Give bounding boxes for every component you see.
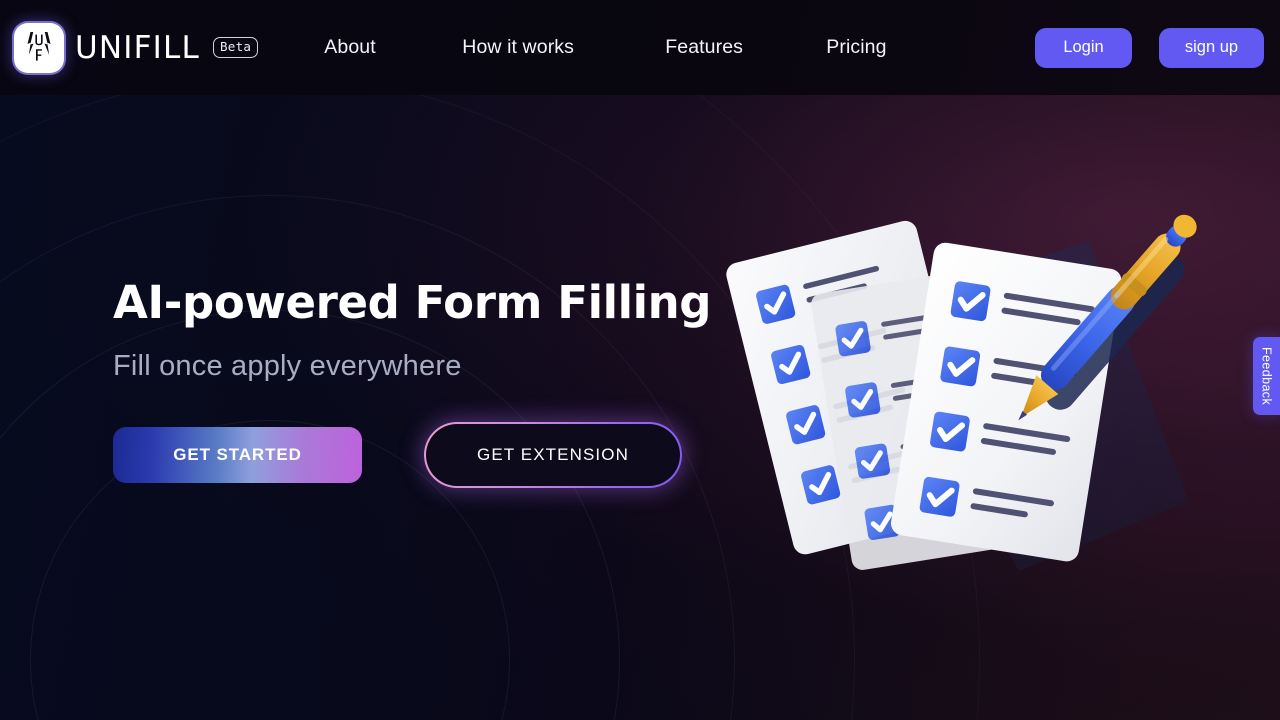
get-started-button[interactable]: GET STARTED: [113, 427, 362, 484]
nav-link-pricing[interactable]: Pricing: [826, 36, 946, 59]
login-button[interactable]: Login: [1035, 27, 1132, 68]
feedback-tab-label: Feedback: [1259, 346, 1274, 406]
site-header: UNIFILL Beta About How it works Features…: [0, 0, 1280, 95]
primary-navigation: About How it works Features Pricing: [324, 36, 946, 59]
feedback-tab-button[interactable]: Feedback: [1253, 337, 1280, 415]
nav-link-about[interactable]: About: [324, 36, 462, 59]
signup-button[interactable]: sign up: [1159, 27, 1264, 68]
hero-subtitle: Fill once apply everywhere: [113, 350, 462, 383]
nav-link-how-it-works[interactable]: How it works: [462, 36, 665, 59]
landing-page: UNIFILL Beta About How it works Features…: [0, 0, 1280, 720]
auth-actions: Login sign up: [1035, 27, 1264, 68]
hero-section: AI-powered Form Filling Fill once apply …: [113, 276, 733, 489]
brand-logo[interactable]: UNIFILL Beta: [14, 22, 259, 73]
checklist-documents-with-pen-illustration: [726, 175, 1205, 571]
get-extension-button[interactable]: GET EXTENSION: [426, 424, 680, 487]
hero-cta-row: GET STARTED GET EXTENSION: [113, 422, 733, 489]
hero-title: AI-powered Form Filling: [113, 276, 712, 329]
unifill-bolt-logo-icon: [14, 22, 64, 73]
get-extension-button-wrapper[interactable]: GET EXTENSION: [424, 422, 682, 489]
brand-name: UNIFILL: [75, 29, 200, 66]
nav-link-features[interactable]: Features: [665, 36, 826, 59]
beta-badge: Beta: [212, 36, 259, 59]
